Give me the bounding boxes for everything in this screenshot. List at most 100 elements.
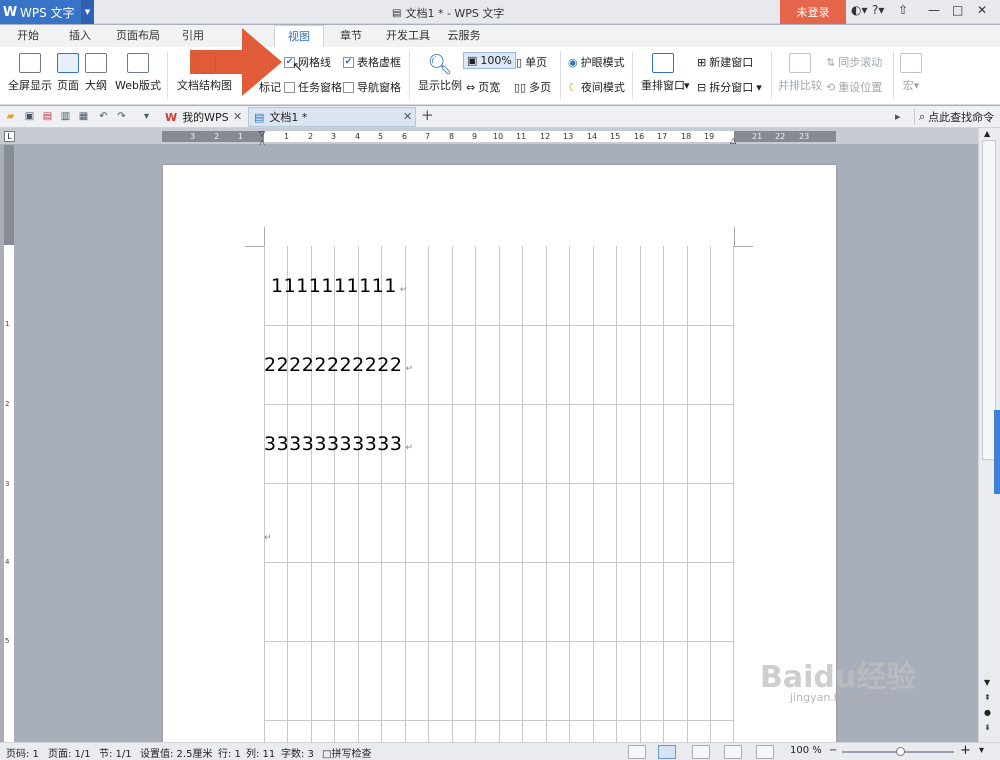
save-icon[interactable]: ▣ [23, 110, 36, 123]
scroll-down-icon[interactable]: ▼ [984, 678, 990, 687]
app-menu-button[interactable]: W WPS 文字 ▼ [0, 0, 94, 24]
tab-document1[interactable]: ▤ 文档1 * [248, 107, 416, 127]
document-canvas[interactable]: 1111111111 ↵ 22222222222 ↵ 33333333333 ↵ ↵ … [20, 145, 978, 742]
first-line-indent-marker-icon[interactable]: ▽ [259, 129, 265, 138]
paragraph-4-empty[interactable]: ↵ [261, 523, 272, 545]
tab-developer[interactable]: 开发工具 [380, 25, 436, 47]
tab-insert[interactable]: 插入 [60, 25, 100, 47]
eye-mode-status-icon[interactable] [756, 745, 774, 759]
skin-icon[interactable]: ◐▾ [851, 3, 868, 17]
document-page[interactable]: 1111111111 ↵ 22222222222 ↵ 33333333333 ↵ ↵ [163, 165, 836, 742]
next-page-icon[interactable]: ⇟ [984, 723, 991, 732]
tab-chapter[interactable]: 章节 [333, 25, 369, 47]
paragraph-1[interactable]: 1111111111 ↵ [271, 275, 408, 297]
login-button[interactable]: 未登录 [780, 0, 846, 24]
options-icon[interactable]: ▸ [895, 110, 901, 123]
export-pdf-icon[interactable]: ▤ [41, 110, 54, 123]
tab-start[interactable]: 开始 [8, 25, 48, 47]
paragraph-2[interactable]: 22222222222 ↵ [264, 354, 414, 376]
ruler-tick: 14 [587, 132, 598, 141]
macro-icon [900, 53, 922, 73]
night-mode-button[interactable]: ☾ 夜间模式 [568, 79, 625, 95]
zoom-in-icon[interactable]: + [960, 743, 971, 758]
macro-button[interactable]: 宏▾ [900, 53, 922, 93]
new-window-button[interactable]: ⊞ 新建窗口 [697, 54, 753, 70]
ruler-tick: 7 [425, 132, 431, 141]
eye-mode-button[interactable]: ◉ 护眼模式 [568, 54, 625, 70]
status-section[interactable]: 节: 1/1 [99, 745, 132, 760]
tab-page-layout[interactable]: 页面布局 [110, 25, 166, 47]
page-view-status-icon[interactable] [658, 745, 676, 759]
help-button[interactable]: ?▾ [872, 3, 884, 17]
select-browse-object-icon[interactable]: ● [984, 708, 991, 717]
page-width-button[interactable]: ⇔ 页宽 [466, 79, 500, 95]
rearrange-dropdown-icon[interactable]: ▾ [684, 79, 690, 92]
print-preview-icon[interactable]: ▦ [77, 110, 90, 123]
baidu-watermark-url: jingyan.baidu.com [790, 691, 892, 704]
status-pages[interactable]: 页面: 1/1 [48, 745, 91, 760]
nav-pane-checkbox[interactable]: 导航窗格 [343, 79, 401, 95]
close-window-button[interactable]: ✕ [977, 3, 987, 17]
page-view-button[interactable]: 页面 [55, 53, 81, 93]
zoom-slider[interactable] [842, 747, 954, 756]
zoom-100-button[interactable]: ▣ 100% [463, 52, 516, 69]
ruler-tick: 2 [214, 132, 220, 141]
tab-stop-selector-icon[interactable]: L [4, 131, 15, 142]
status-dropdown-icon[interactable]: ▾ [979, 745, 984, 756]
divider [893, 51, 894, 99]
app-menu-dropdown-icon[interactable]: ▼ [81, 0, 94, 24]
zoom-out-icon[interactable]: − [829, 745, 837, 756]
fullscreen-view-icon[interactable] [628, 745, 646, 759]
tab-cloud[interactable]: 云服务 [442, 25, 486, 47]
reset-position-button[interactable]: ⟲ 重设位置 [826, 79, 882, 95]
open-folder-icon[interactable]: ▰ [4, 110, 17, 123]
scroll-up-icon[interactable]: ▲ [984, 129, 990, 138]
new-tab-plus-icon[interactable]: + [421, 106, 434, 124]
sync-scroll-button[interactable]: ⇅ 同步滚动 [826, 54, 882, 70]
status-row[interactable]: 行: 1 [218, 745, 241, 760]
single-page-button[interactable]: ▯ 单页 [516, 54, 547, 70]
status-column[interactable]: 列: 11 [246, 745, 275, 760]
table-dashed-checkbox[interactable]: ✔ 表格虚框 [343, 54, 401, 70]
app-name: WPS 文字 [20, 5, 75, 20]
red-arrow-annotation [190, 28, 282, 96]
status-page-number[interactable]: 页码: 1 [6, 745, 39, 760]
status-setting-value[interactable]: 设置值: 2.5厘米 [140, 745, 212, 760]
customize-dropdown-icon[interactable]: ▾ [140, 110, 153, 123]
fullscreen-button[interactable]: 全屏显示 [8, 53, 52, 93]
vertical-ruler[interactable]: 1 2 3 4 5 [4, 145, 14, 745]
side-by-side-icon [789, 53, 811, 73]
command-search[interactable]: ⌕ 点此查找命令 [914, 109, 994, 125]
print-icon[interactable]: ▥ [59, 110, 72, 123]
zoom-ratio-button[interactable]: 🔍︎ 显示比例 [418, 53, 462, 93]
status-word-count[interactable]: 字数: 3 [281, 745, 314, 760]
minimize-button[interactable]: — [928, 3, 940, 17]
ruler-margin [4, 145, 14, 245]
ruler-tick: 3 [331, 132, 337, 141]
multi-page-button[interactable]: ▯▯ 多页 [514, 79, 551, 95]
outline-view-button[interactable]: 大纲 [85, 53, 107, 93]
redo-icon[interactable]: ↷ [115, 110, 128, 123]
new-window-icon: ⊞ [697, 55, 707, 69]
maximize-button[interactable]: □ [952, 3, 963, 17]
spell-check-toggle[interactable]: □拼写检查 [322, 745, 371, 760]
zoom-slider-knob[interactable] [896, 747, 905, 756]
close-tab-icon[interactable]: ✕ [233, 110, 242, 123]
outline-view-status-icon[interactable] [692, 745, 710, 759]
paragraph-3[interactable]: 33333333333 ↵ [264, 433, 414, 455]
ribbon-collapse-icon[interactable]: ⇧ [898, 3, 908, 17]
zoom-level[interactable]: 100 % [790, 745, 822, 756]
web-view-status-icon[interactable] [724, 745, 742, 759]
ribbon-panel: 全屏显示 页面 大纲 Web版式 文档结构图 ✔ 网格线 ✔ 表格虚框 标记 任务窗… [0, 47, 1000, 105]
close-tab-icon[interactable]: ✕ [403, 110, 412, 123]
prev-page-icon[interactable]: ⇞ [984, 693, 991, 702]
side-panel-toggle[interactable] [994, 410, 1000, 494]
side-by-side-button[interactable]: 并排比较 [778, 53, 822, 93]
web-view-button[interactable]: Web版式 [115, 53, 161, 93]
rearrange-window-button[interactable]: 重排窗口 [641, 53, 685, 93]
mouse-cursor-icon: ↖ [292, 60, 303, 75]
split-window-button[interactable]: ⊟ 拆分窗口 ▾ [697, 79, 762, 95]
undo-icon[interactable]: ↶ [97, 110, 110, 123]
right-indent-marker-icon[interactable]: △ [730, 136, 736, 145]
window-title: ▤ 文档1 * - WPS 文字 [392, 7, 505, 20]
